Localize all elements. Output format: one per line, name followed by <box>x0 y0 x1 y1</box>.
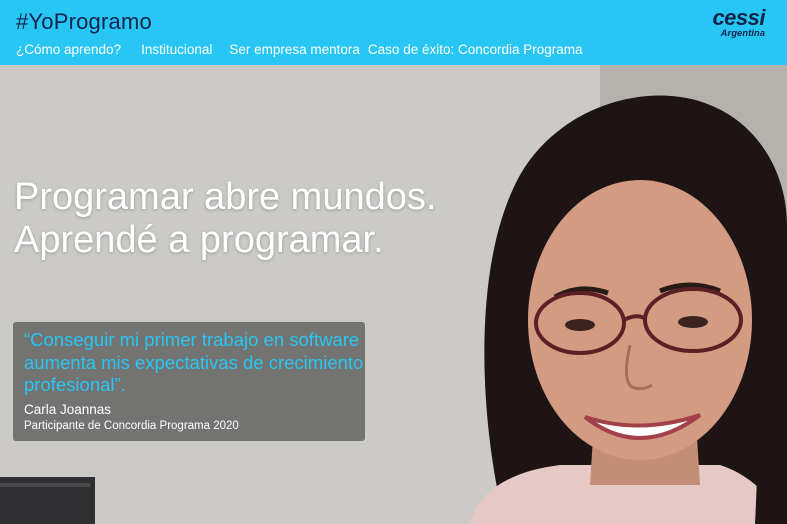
nav-link-caso-de-exito[interactable]: Caso de éxito: Concordia Programa <box>368 42 583 57</box>
testimonial-role: Participante de Concordia Programa 2020 <box>24 420 239 432</box>
cessi-logo[interactable]: cessi Argentina <box>695 7 765 39</box>
testimonial-author: Carla Joannas <box>24 402 112 417</box>
brand-title[interactable]: #YoProgramo <box>16 9 152 35</box>
headline-line-2: Aprendé a programar. <box>14 219 384 261</box>
testimonial-quote: “Conseguir mi primer trabajo en software… <box>24 329 364 395</box>
smiling-woman-photo <box>0 65 787 524</box>
testimonial-card: “Conseguir mi primer trabajo en software… <box>13 322 365 441</box>
nav-link-empresa-mentora[interactable]: Ser empresa mentora <box>229 42 360 57</box>
logo-wordmark: cessi <box>712 5 765 30</box>
logo-subtitle: Argentina <box>720 28 765 39</box>
headline-line-1: Programar abre mundos. <box>14 176 437 218</box>
nav-link-institucional[interactable]: Institucional <box>141 42 212 57</box>
hero-section: Programar abre mundos. Aprendé a program… <box>0 65 787 524</box>
hero-headline: Programar abre mundos. Aprendé a program… <box>14 176 436 262</box>
main-nav: ¿Cómo aprendo? Institucional Ser empresa… <box>16 42 583 57</box>
top-navbar: #YoProgramo ¿Cómo aprendo? Institucional… <box>0 0 787 65</box>
nav-link-como-aprendo[interactable]: ¿Cómo aprendo? <box>16 42 121 57</box>
